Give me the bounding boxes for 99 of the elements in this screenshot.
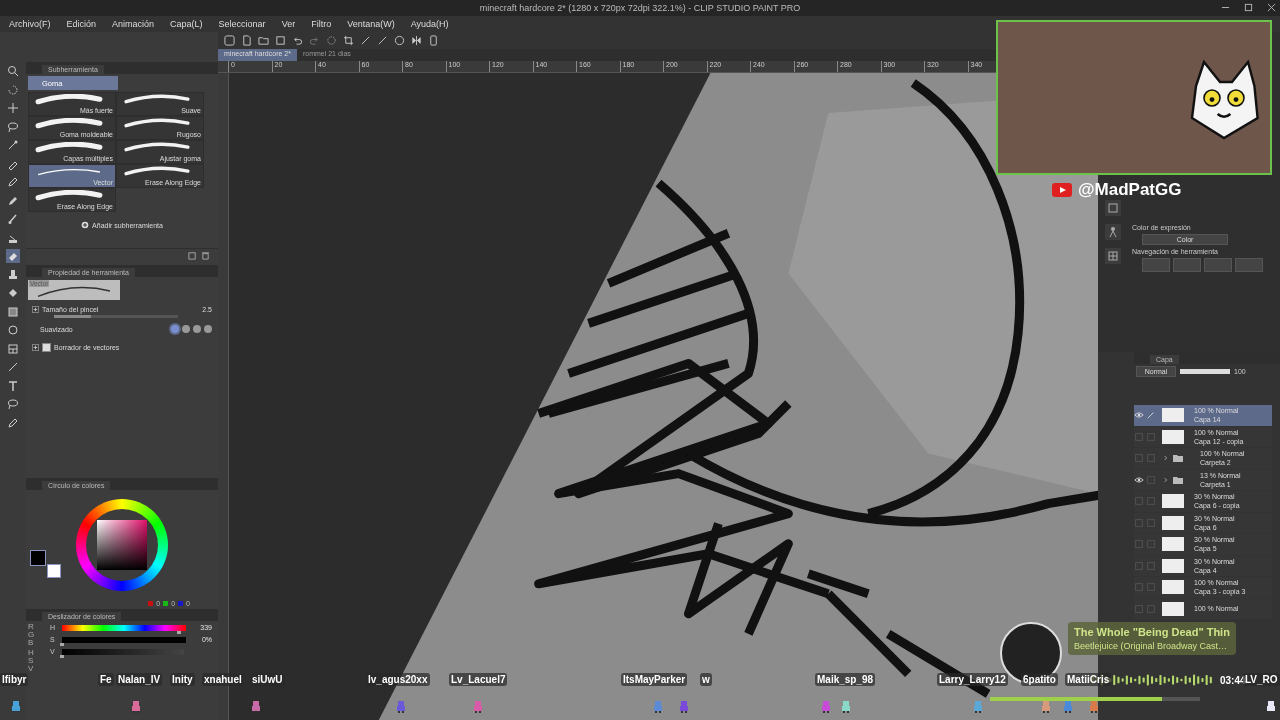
layer-thumbnail xyxy=(1162,515,1184,530)
eye-icon[interactable] xyxy=(1134,474,1144,485)
smoothing-option[interactable] xyxy=(204,325,212,333)
save-icon[interactable] xyxy=(275,35,286,46)
undo-icon[interactable] xyxy=(292,35,303,46)
viewer-name: w xyxy=(700,673,712,686)
chevron-icon[interactable] xyxy=(1162,475,1170,484)
song-time: 03:44 xyxy=(1220,674,1246,686)
opacity-slider[interactable] xyxy=(1180,368,1230,374)
color-square[interactable] xyxy=(97,520,147,570)
viewer-name: siUwU xyxy=(250,673,285,686)
viewer-name: lfibyr xyxy=(0,673,29,686)
viewer-name: Larry_Larry12 xyxy=(937,673,1008,686)
lasso-icon[interactable] xyxy=(6,397,20,411)
layer-thumbnail xyxy=(1162,429,1184,444)
viewer-name: Inity xyxy=(170,673,195,686)
slider-thumb[interactable] xyxy=(60,654,64,658)
slider-thumb[interactable] xyxy=(60,642,64,646)
trash-icon[interactable] xyxy=(201,251,210,260)
flip-icon[interactable] xyxy=(411,35,422,46)
ruler-icon[interactable] xyxy=(377,35,388,46)
menu-item[interactable]: Ayuda(H) xyxy=(410,19,449,29)
expand-icon[interactable] xyxy=(32,305,39,313)
lasso-icon[interactable] xyxy=(6,119,20,134)
viewer-name: ItsMayParker xyxy=(621,673,688,686)
gradient-icon[interactable] xyxy=(6,304,20,319)
color-chip-icon xyxy=(163,601,169,606)
viewer-name: Lv_Lacuel7 xyxy=(449,673,508,686)
text-icon[interactable] xyxy=(6,378,20,393)
window-title: minecraft hardcore 2* (1280 x 720px 72dpi 322.1%) - CLIP STUDIO PAINT PRO xyxy=(479,3,801,13)
maximize-icon[interactable] xyxy=(1244,3,1253,12)
stamp-icon[interactable] xyxy=(6,267,20,282)
layer-thumbnail xyxy=(1162,494,1184,509)
eraser-icon[interactable] xyxy=(6,249,20,263)
slider-thumb[interactable] xyxy=(176,630,181,634)
brush-icon[interactable] xyxy=(6,212,20,226)
viewer-name: 6patito xyxy=(1021,673,1058,686)
viewer-name: Maik_sp_98 xyxy=(815,673,876,686)
frame-icon[interactable] xyxy=(6,341,20,356)
folder-icon xyxy=(1172,452,1184,465)
mode-tab[interactable]: HSV xyxy=(28,649,36,673)
spinner-icon[interactable] xyxy=(326,35,337,46)
move-icon[interactable] xyxy=(6,101,20,115)
menu-item[interactable]: Ver xyxy=(281,19,296,29)
color-slider[interactable] xyxy=(62,636,186,643)
redo-icon[interactable] xyxy=(309,35,320,46)
main-color-swatch[interactable] xyxy=(30,550,46,566)
menu-item[interactable]: Ventana(W) xyxy=(347,19,395,29)
search-icon[interactable] xyxy=(6,64,20,78)
menu-item[interactable]: Filtro xyxy=(311,19,332,29)
grid-icon[interactable] xyxy=(1105,248,1121,264)
menu-item[interactable]: Archivo(F) xyxy=(9,19,51,29)
line-icon[interactable] xyxy=(6,360,20,374)
mode-tab[interactable]: RGB xyxy=(28,623,36,647)
person-icon[interactable] xyxy=(1105,224,1121,240)
expand-icon[interactable] xyxy=(32,343,39,351)
menu-item[interactable]: Edición xyxy=(66,19,97,29)
tablet-icon[interactable] xyxy=(428,35,439,46)
circle-icon[interactable] xyxy=(6,323,20,337)
layer-thumbnail xyxy=(1162,558,1184,573)
folder-icon[interactable] xyxy=(258,35,269,46)
play-logo-icon xyxy=(1052,183,1072,197)
menu-item[interactable]: Seleccionar xyxy=(218,19,266,29)
ruler-icon[interactable] xyxy=(360,35,371,46)
chevron-icon[interactable] xyxy=(1162,454,1170,463)
eye-icon[interactable] xyxy=(1134,410,1144,421)
checkbox[interactable] xyxy=(42,342,51,352)
close-icon[interactable] xyxy=(1267,3,1276,12)
plus-icon xyxy=(81,221,90,229)
layer-thumbnail xyxy=(1162,408,1184,423)
color-slider[interactable] xyxy=(62,624,186,631)
grid-icon[interactable] xyxy=(224,35,235,46)
rotate-icon[interactable] xyxy=(6,82,20,97)
new-file-icon[interactable] xyxy=(241,35,252,46)
brush-size-slider[interactable] xyxy=(54,315,178,318)
layer-thumbnail xyxy=(1162,537,1184,552)
sub-color-swatch[interactable] xyxy=(47,564,61,578)
viewer-name: MatiiCris xyxy=(1065,673,1112,686)
copy-icon[interactable] xyxy=(188,251,197,260)
song-artist: Beetlejuice (Original Broadway Cast… xyxy=(1074,641,1229,651)
wand-icon[interactable] xyxy=(6,138,20,152)
layer-thumbnail xyxy=(1162,580,1184,595)
crop-icon[interactable] xyxy=(343,35,354,46)
viewer-name: Nalan_IV xyxy=(116,673,163,686)
menu-item[interactable]: Capa(L) xyxy=(170,19,203,29)
smoothing-option[interactable] xyxy=(193,325,201,333)
viewer-name: Fe xyxy=(98,673,114,686)
layers-icon[interactable] xyxy=(1105,200,1121,216)
smoothing-option[interactable] xyxy=(182,325,190,333)
color-slider[interactable] xyxy=(62,648,184,655)
menu-item[interactable]: Animación xyxy=(112,19,155,29)
viewer-name: lv_agus20xx xyxy=(366,673,430,686)
color-chip-icon xyxy=(178,601,184,606)
channel-handle: @MadPatGG xyxy=(1078,180,1182,200)
layer-thumbnail xyxy=(1162,601,1184,616)
help-icon[interactable] xyxy=(394,35,405,46)
color-chip-icon xyxy=(148,601,154,606)
viewer-name: xnahuel xyxy=(202,673,244,686)
song-title: The Whole "Being Dead" Thin xyxy=(1074,626,1230,638)
